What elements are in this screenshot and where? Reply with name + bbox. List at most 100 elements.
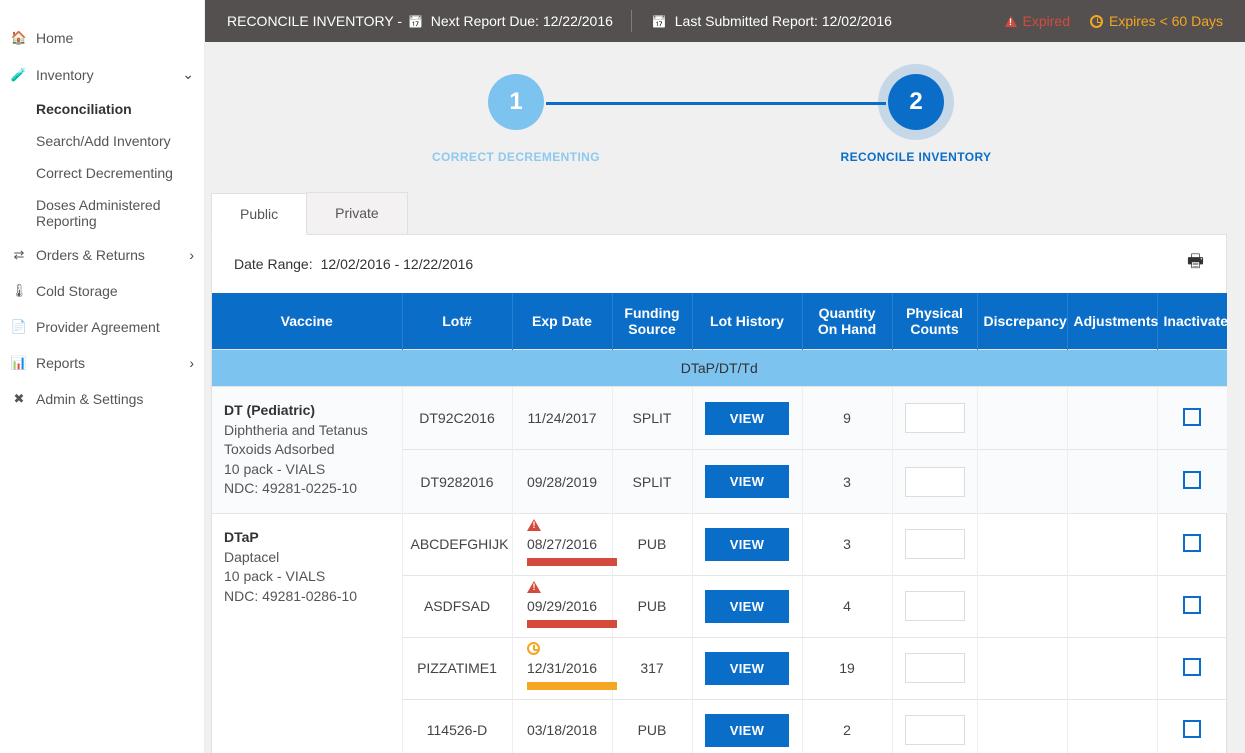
sidebar: 🏠 Home 🧪 Inventory ⌄ Reconciliation Sear… [0,0,205,753]
sidebar-item-label: Home [36,30,73,46]
sidebar-sub-correct[interactable]: Correct Decrementing [0,157,204,189]
vial-icon: 🧪 [10,67,28,83]
inactivate-cell [1157,699,1227,753]
page-title: RECONCILE INVENTORY - [227,13,406,29]
sidebar-sub-doses[interactable]: Doses Administered Reporting [0,189,204,237]
sidebar-sub-reconciliation[interactable]: Reconciliation [0,93,204,125]
last-submitted-area: Last Submitted Report: 12/02/2016 [650,13,892,29]
sidebar-item-label: Inventory [36,67,94,83]
topbar: RECONCILE INVENTORY - Next Report Due: 1… [205,0,1245,42]
sidebar-sub-search[interactable]: Search/Add Inventory [0,125,204,157]
inventory-table: Vaccine Lot# Exp Date Funding Source Lot… [212,293,1228,753]
tabstrip: Public Private Date Range: 12/02/2016 - … [205,192,1227,753]
vaccine-title: DTaP [224,529,259,545]
exp-cell: 11/24/2017 [512,387,612,450]
expires-soon-bar [527,682,617,690]
group-label: DTaP/DT/Td [212,350,1227,387]
clock-icon [1090,15,1103,28]
sidebar-item-cold[interactable]: 🌡 Cold Storage [0,273,204,309]
inactivate-checkbox[interactable] [1183,408,1201,426]
col-phys: Physical Counts [892,293,977,350]
inactivate-cell [1157,575,1227,637]
legend-label: Expired [1023,13,1070,29]
chevron-down-icon: ⌄ [182,66,194,83]
expired-bar [527,620,617,628]
chevron-right-icon: › [189,247,194,263]
col-lot: Lot# [402,293,512,350]
swap-icon: ⇄ [10,247,28,263]
step-label: CORRECT DECREMENTING [386,150,646,164]
physical-count-cell [892,699,977,753]
content: 1 CORRECT DECREMENTING 2 RECONCILE INVEN… [205,42,1245,753]
sidebar-item-orders[interactable]: ⇄ Orders & Returns › [0,237,204,273]
view-button[interactable]: VIEW [705,528,789,561]
physical-count-input[interactable] [905,403,965,433]
lot-cell: 114526-D [402,699,512,753]
inactivate-cell [1157,387,1227,450]
date-range-value: 12/02/2016 - 12/22/2016 [321,256,474,272]
view-button[interactable]: VIEW [705,465,789,498]
clock-icon [527,642,540,658]
warning-triangle-icon [1005,16,1017,27]
qty-cell: 9 [802,387,892,450]
table-row: DTaPDaptacel10 pack - VIALSNDC: 49281-02… [212,513,1227,575]
step-label: RECONCILE INVENTORY [786,150,1046,164]
history-cell: VIEW [692,699,802,753]
vaccine-desc: Diphtheria and Tetanus Toxoids Adsorbed [224,422,368,458]
view-button[interactable]: VIEW [705,652,789,685]
sidebar-item-label: Provider Agreement [36,319,160,335]
sidebar-item-home[interactable]: 🏠 Home [0,20,204,56]
discrepancy-cell [977,387,1067,450]
lot-cell: ASDFSAD [402,575,512,637]
view-button[interactable]: VIEW [705,714,789,747]
physical-count-input[interactable] [905,653,965,683]
inactivate-checkbox[interactable] [1183,596,1201,614]
wizard-step-2[interactable]: 2 RECONCILE INVENTORY [786,74,1046,164]
tab-public[interactable]: Public [211,193,307,235]
exp-date: 08/27/2016 [527,536,597,552]
exp-date: 12/31/2016 [527,660,597,676]
physical-count-cell [892,513,977,575]
panel: Date Range: 12/02/2016 - 12/22/2016 🖶 Va… [211,234,1227,753]
funding-cell: SPLIT [612,450,692,513]
print-icon[interactable]: 🖶 [1187,249,1204,279]
inactivate-checkbox[interactable] [1183,471,1201,489]
wizard: 1 CORRECT DECREMENTING 2 RECONCILE INVEN… [205,54,1227,192]
divider [631,10,632,32]
physical-count-cell [892,387,977,450]
inactivate-checkbox[interactable] [1183,720,1201,738]
sidebar-item-reports[interactable]: 📊 Reports › [0,345,204,381]
inactivate-checkbox[interactable] [1183,658,1201,676]
vaccine-ndc: NDC: 49281-0286-10 [224,588,357,604]
physical-count-input[interactable] [905,715,965,745]
exp-cell: 08/27/2016 [512,513,612,575]
sidebar-item-inventory[interactable]: 🧪 Inventory ⌄ [0,56,204,93]
tab-private[interactable]: Private [306,192,408,234]
chart-icon: 📊 [10,355,28,371]
page-title-area: RECONCILE INVENTORY - Next Report Due: 1… [227,13,613,29]
inactivate-cell [1157,450,1227,513]
lot-cell: DT92C2016 [402,387,512,450]
table-row: DT (Pediatric)Diphtheria and Tetanus Tox… [212,387,1227,450]
expired-bar [527,558,617,566]
warning-triangle-icon [527,518,541,534]
inactivate-checkbox[interactable] [1183,534,1201,552]
physical-count-input[interactable] [905,467,965,497]
chevron-right-icon: › [189,355,194,371]
legend-expires-soon: Expires < 60 Days [1090,13,1223,29]
date-range-label: Date Range: [234,256,313,272]
sidebar-item-provider[interactable]: 📄 Provider Agreement [0,309,204,345]
view-button[interactable]: VIEW [705,590,789,623]
view-button[interactable]: VIEW [705,402,789,435]
col-qty: Quantity On Hand [802,293,892,350]
wizard-step-1[interactable]: 1 CORRECT DECREMENTING [386,74,646,164]
physical-count-input[interactable] [905,591,965,621]
adjustments-cell [1067,699,1157,753]
next-due-date: 12/22/2016 [543,13,613,29]
adjustments-cell [1067,513,1157,575]
physical-count-input[interactable] [905,529,965,559]
document-icon: 📄 [10,319,28,335]
sidebar-item-admin[interactable]: ✖ Admin & Settings [0,381,204,417]
funding-cell: SPLIT [612,387,692,450]
discrepancy-cell [977,699,1067,753]
